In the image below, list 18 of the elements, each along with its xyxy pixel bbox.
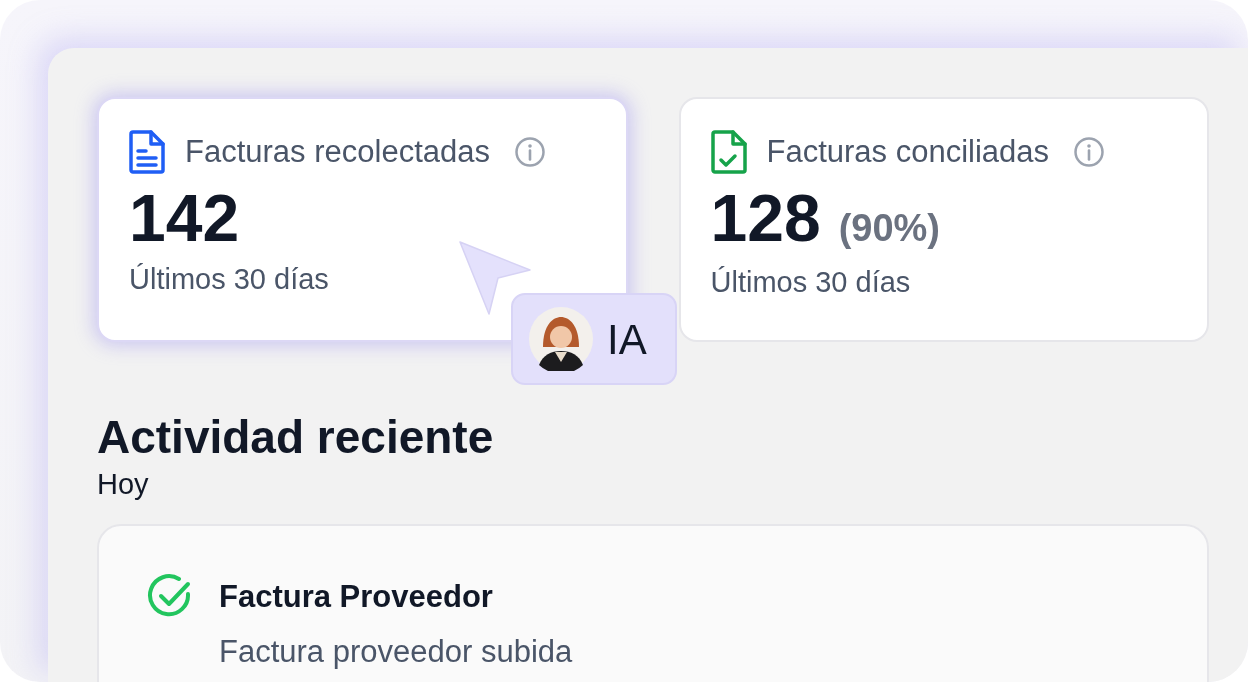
document-check-icon xyxy=(710,130,747,175)
info-icon[interactable] xyxy=(1073,136,1106,169)
section-title: Actividad reciente xyxy=(97,412,495,463)
cursor-icon xyxy=(458,240,532,316)
badge-label: IA xyxy=(607,314,647,365)
card-title: Facturas recolectadas xyxy=(185,133,490,171)
avatar xyxy=(529,307,593,371)
card-title: Facturas conciliadas xyxy=(766,133,1050,171)
activity-description: Factura proveedor subida xyxy=(219,632,573,671)
info-icon[interactable] xyxy=(514,136,546,169)
date-label: Hoy xyxy=(97,466,150,502)
activity-title: Factura Proveedor xyxy=(219,578,494,617)
percentage: (90%) xyxy=(838,205,940,251)
card-subtitle: Últimos 30 días xyxy=(710,264,911,300)
stat-value: 142 xyxy=(129,181,240,255)
stat-value: 128 xyxy=(710,181,821,255)
document-icon xyxy=(129,130,165,175)
card-subtitle: Últimos 30 días xyxy=(129,262,329,298)
